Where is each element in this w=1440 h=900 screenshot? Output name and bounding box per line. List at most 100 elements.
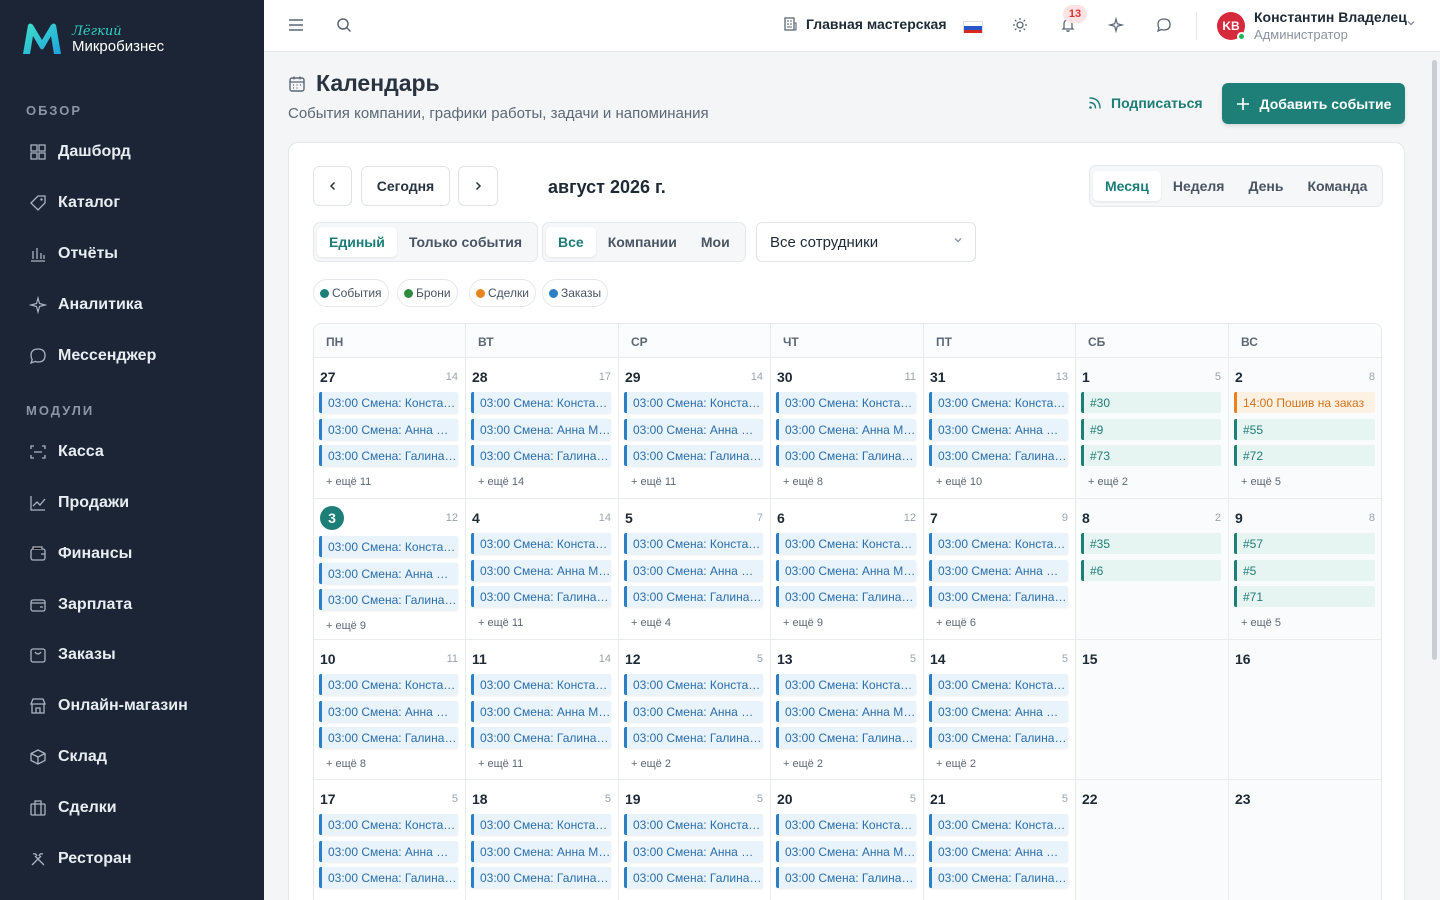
calendar-event[interactable]: #72 (1234, 445, 1375, 466)
show-more-link[interactable]: + ещё 11 (478, 617, 523, 629)
calendar-event[interactable]: #57 (1234, 533, 1375, 554)
calendar-event[interactable]: 03:00 Смена: Галина Швея (776, 727, 916, 748)
calendar-event[interactable]: 03:00 Смена: Константин (776, 533, 916, 554)
theme-sun-icon[interactable] (1009, 14, 1031, 36)
calendar-event[interactable]: 03:00 Смена: Анна Мастер (624, 700, 763, 722)
calendar-event[interactable]: 03:00 Смена: Анна Мастер (624, 559, 763, 581)
brand-logo[interactable]: Лёгкий Микробизнес (20, 20, 164, 58)
calendar-event[interactable]: #30 (1081, 392, 1221, 413)
calendar-event[interactable]: 03:00 Смена: Анна Мастер (929, 700, 1068, 722)
calendar-event[interactable]: 03:00 Смена: Константин (776, 814, 916, 835)
calendar-event[interactable]: 03:00 Смена: Константин (624, 814, 763, 835)
day-cell[interactable]: 20 5 03:00 Смена: Константин 03:00 Смена: А… (771, 780, 924, 900)
legend-chip[interactable]: Сделки (469, 279, 536, 307)
day-cell[interactable]: 4 14 03:00 Смена: Константин 03:00 Смена: А… (466, 499, 619, 640)
calendar-event[interactable]: #9 (1081, 418, 1221, 440)
add-event-button[interactable]: Добавить событие (1222, 83, 1405, 124)
scope-all-tab[interactable]: Все (546, 227, 596, 257)
day-cell[interactable]: 6 12 03:00 Смена: Константин 03:00 Смена: А… (771, 499, 924, 640)
calendar-event[interactable]: 03:00 Смена: Константин (624, 533, 763, 554)
calendar-event[interactable]: 03:00 Смена: Галина Швея (929, 445, 1068, 466)
day-cell[interactable]: 31 13 03:00 Смена: Константин 03:00 Смена: … (924, 358, 1076, 499)
page-scrollbar[interactable] (1432, 60, 1437, 660)
calendar-event[interactable]: 03:00 Смена: Галина Швея (471, 867, 611, 888)
sidebar-item-reports[interactable]: Отчёты (28, 242, 118, 266)
chat-icon[interactable] (1153, 14, 1175, 36)
calendar-event[interactable]: 03:00 Смена: Анна Мастер (776, 840, 916, 862)
calendar-event[interactable]: 14:00 Пошив на заказ (1234, 392, 1375, 413)
day-cell[interactable]: 29 14 03:00 Смена: Константин 03:00 Смена: … (619, 358, 771, 499)
day-cell[interactable]: 10 11 03:00 Смена: Константин 03:00 Смена: … (314, 640, 466, 780)
view-day-tab[interactable]: День (1236, 171, 1295, 201)
sidebar-item-dashboard[interactable]: Дашборд (28, 140, 131, 164)
day-cell[interactable]: 13 5 03:00 Смена: Константин 03:00 Смена: А… (771, 640, 924, 780)
day-cell[interactable]: 12 5 03:00 Смена: Константин 03:00 Смена: А… (619, 640, 771, 780)
view-month-tab[interactable]: Месяц (1093, 171, 1161, 201)
calendar-event[interactable]: 03:00 Смена: Анна Мастер (319, 700, 458, 722)
calendar-event[interactable]: 03:00 Смена: Анна Мастер (929, 559, 1068, 581)
day-cell[interactable]: 9 8 #57 #5 #71 + ещё 5 (1229, 499, 1381, 640)
calendar-event[interactable]: 03:00 Смена: Анна Мастер (929, 418, 1068, 440)
day-cell[interactable]: 1 5 #30 #9 #73 + ещё 2 (1076, 358, 1229, 499)
menu-icon[interactable] (285, 14, 307, 36)
calendar-event[interactable]: 03:00 Смена: Константин (471, 392, 611, 413)
calendar-event[interactable]: 03:00 Смена: Анна Мастер (471, 700, 611, 722)
sidebar-item-warehouse[interactable]: Склад (28, 745, 107, 769)
day-cell[interactable]: 22 (1076, 780, 1229, 900)
scope-mine-tab[interactable]: Мои (689, 227, 742, 257)
show-more-link[interactable]: + ещё 2 (936, 758, 976, 770)
calendar-event[interactable]: 03:00 Смена: Галина Швея (624, 445, 763, 466)
calendar-event[interactable]: 03:00 Смена: Галина Швея (624, 727, 763, 748)
calendar-event[interactable]: #71 (1234, 586, 1375, 607)
sidebar-item-sales[interactable]: Продажи (28, 491, 129, 515)
workshop-selector[interactable]: Главная мастерская (782, 16, 947, 32)
calendar-event[interactable]: 03:00 Смена: Анна Мастер (624, 418, 763, 440)
day-cell[interactable]: 8 2 #35 #6 (1076, 499, 1229, 640)
calendar-event[interactable]: 03:00 Смена: Анна Мастер (319, 840, 458, 862)
view-team-tab[interactable]: Команда (1295, 171, 1379, 201)
calendar-event[interactable]: 03:00 Смена: Галина Швея (471, 586, 611, 607)
calendar-event[interactable]: 03:00 Смена: Галина Швея (471, 727, 611, 748)
day-cell[interactable]: 16 (1229, 640, 1381, 780)
calendar-event[interactable]: 03:00 Смена: Галина Швея (319, 727, 458, 748)
sidebar-item-restaurant[interactable]: Ресторан (28, 847, 132, 871)
calendar-event[interactable]: 03:00 Смена: Галина Швея (929, 867, 1068, 888)
view-week-tab[interactable]: Неделя (1161, 171, 1237, 201)
sidebar-item-cash-register[interactable]: Касса (28, 440, 104, 464)
sidebar-item-catalog[interactable]: Каталог (28, 191, 120, 215)
day-cell[interactable]: 27 14 03:00 Смена: Константин 03:00 Смена: … (314, 358, 466, 499)
show-more-link[interactable]: + ещё 9 (783, 617, 823, 629)
day-cell[interactable]: 30 11 03:00 Смена: Константин 03:00 Смена: … (771, 358, 924, 499)
legend-chip[interactable]: Заказы (542, 279, 609, 307)
sidebar-item-orders[interactable]: Заказы (28, 643, 116, 667)
calendar-event[interactable]: 03:00 Смена: Галина Швея (929, 586, 1068, 607)
sidebar-item-messenger[interactable]: Мессенджер (28, 344, 156, 368)
chevron-down-icon[interactable] (1406, 17, 1416, 31)
calendar-event[interactable]: 03:00 Смена: Галина Швея (319, 867, 458, 888)
show-more-link[interactable]: + ещё 6 (936, 617, 976, 629)
calendar-event[interactable]: 03:00 Смена: Анна Мастер (776, 559, 916, 581)
sparkles-icon[interactable] (1105, 14, 1127, 36)
calendar-event[interactable]: #73 (1081, 445, 1221, 466)
day-cell[interactable]: 5 7 03:00 Смена: Константин 03:00 Смена: Ан… (619, 499, 771, 640)
show-more-link[interactable]: + ещё 9 (326, 620, 366, 632)
next-month-button[interactable] (458, 166, 498, 206)
show-more-link[interactable]: + ещё 11 (326, 476, 371, 488)
calendar-event[interactable]: 03:00 Смена: Анна Мастер (776, 418, 916, 440)
show-more-link[interactable]: + ещё 8 (783, 476, 823, 488)
calendar-event[interactable]: #55 (1234, 418, 1375, 440)
language-flag-icon[interactable] (963, 21, 983, 33)
today-button[interactable]: Сегодня (361, 166, 450, 206)
calendar-event[interactable]: 03:00 Смена: Анна Мастер (471, 840, 611, 862)
calendar-event[interactable]: 03:00 Смена: Анна Мастер (471, 418, 611, 440)
day-cell[interactable]: 2 8 14:00 Пошив на заказ #55 #72 + ещё 5 (1229, 358, 1381, 499)
calendar-event[interactable]: 03:00 Смена: Галина Швея (929, 727, 1068, 748)
sidebar-item-salary[interactable]: Зарплата (28, 593, 132, 617)
calendar-event[interactable]: 03:00 Смена: Константин (471, 814, 611, 835)
calendar-event[interactable]: 03:00 Смена: Анна Мастер (624, 840, 763, 862)
show-more-link[interactable]: + ещё 4 (631, 617, 671, 629)
calendar-event[interactable]: 03:00 Смена: Анна Мастер (929, 840, 1068, 862)
calendar-event[interactable]: 03:00 Смена: Галина Швея (776, 586, 916, 607)
calendar-event[interactable]: 03:00 Смена: Галина Швея (776, 445, 916, 466)
show-more-link[interactable]: + ещё 10 (936, 476, 982, 488)
